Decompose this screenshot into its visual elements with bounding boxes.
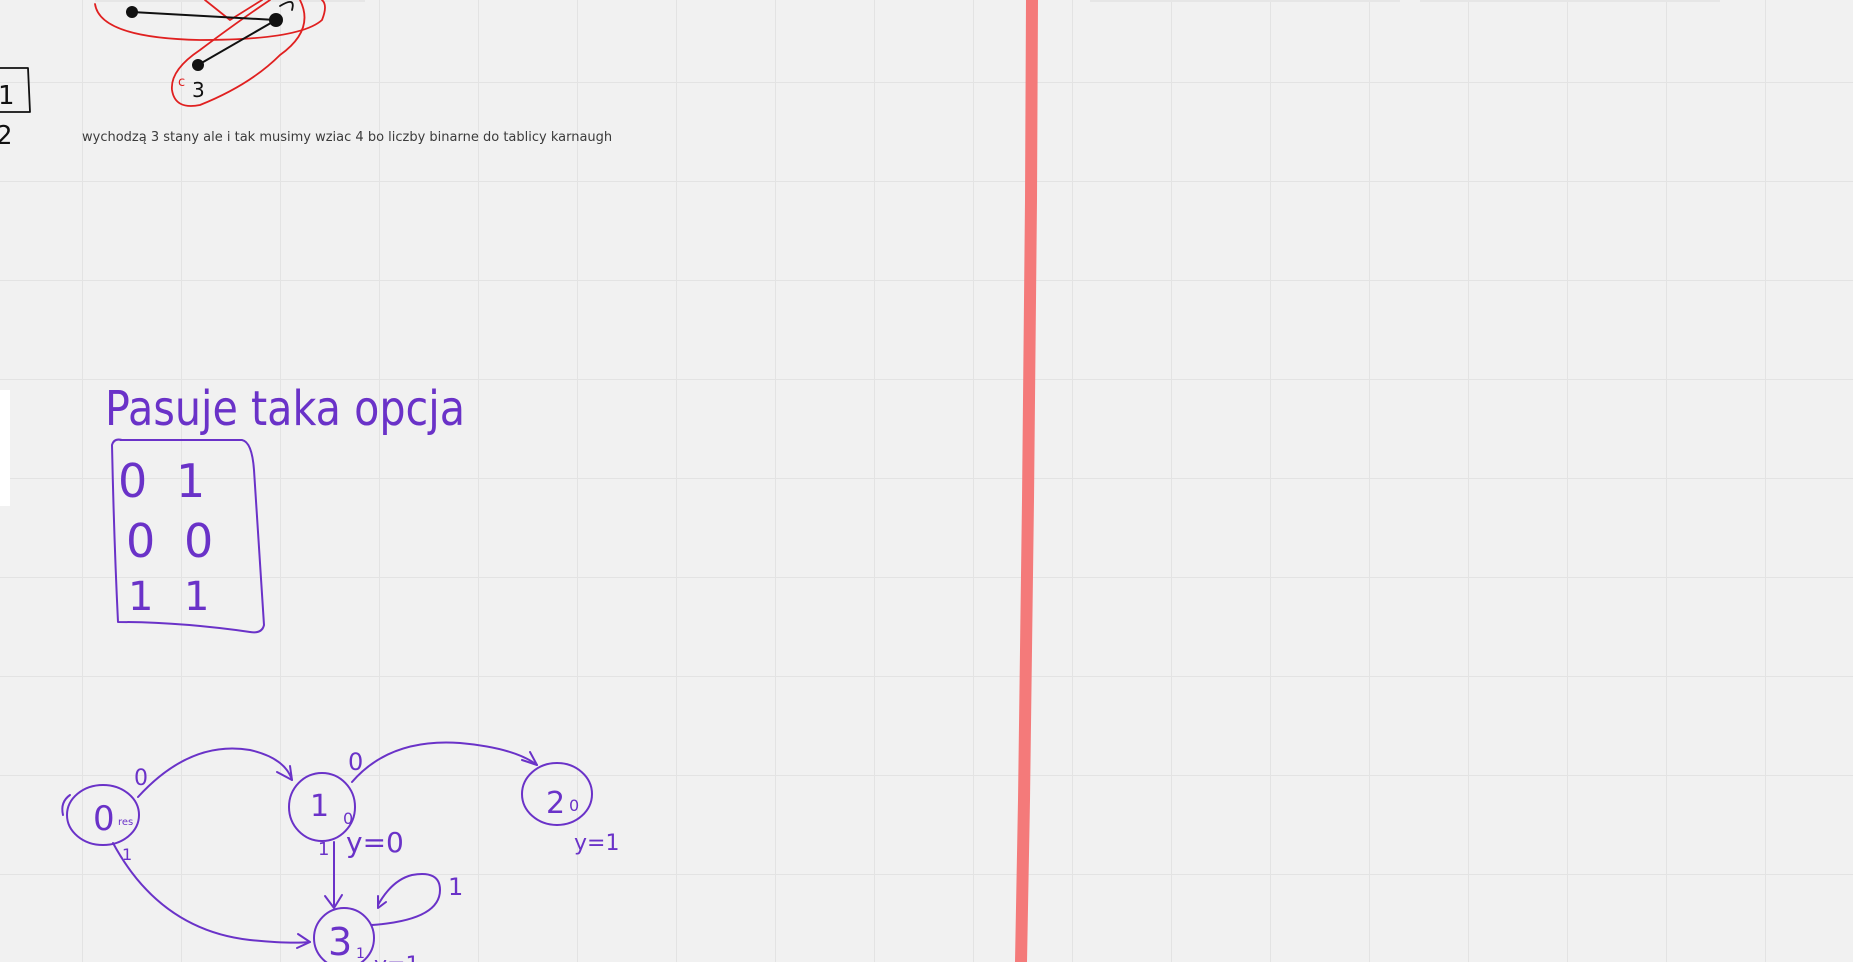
transition-label: 0	[348, 748, 363, 776]
table-cell: 1	[176, 454, 205, 508]
handwritten-heading[interactable]: Pasuje taka opcja	[105, 381, 465, 437]
divider-stroke[interactable]	[1015, 0, 1038, 962]
table-cell: 1	[128, 574, 153, 620]
top-graph-sketch[interactable]: c 3	[94, 0, 326, 107]
state-label: 3	[328, 920, 352, 962]
transition-label: 1	[122, 845, 132, 864]
state-label: 2	[546, 786, 565, 821]
top-toolbar-shadow-right2	[1420, 0, 1720, 2]
state-diagram[interactable]: 0 res 1 0 2 0 3 1 0 0 1 1 1 y=0 y=1 y=1	[61, 741, 619, 962]
box-value-2: 2	[0, 121, 13, 151]
output-label: y=0	[346, 826, 404, 859]
top-toolbar-shadow-right	[1090, 0, 1400, 2]
output-label: y=1	[574, 831, 619, 856]
left-clipped-box[interactable]: 1 2	[0, 67, 31, 151]
graph-node	[269, 13, 283, 27]
transition-label: 0	[134, 766, 148, 791]
state-label: 1	[310, 789, 329, 824]
graph-node-tag: c	[178, 75, 185, 90]
option-table[interactable]: 0 1 0 0 1 1	[111, 438, 265, 634]
transition-label: 1	[448, 873, 463, 901]
graph-node	[126, 6, 138, 18]
table-cell: 0	[126, 514, 155, 568]
table-cell: 1	[184, 574, 209, 620]
graph-node-label: 3	[192, 78, 205, 102]
state-sub-label: 0	[569, 796, 579, 815]
table-cell: 0	[184, 514, 213, 568]
box-value-1: 1	[0, 81, 15, 111]
table-cell: 0	[118, 454, 147, 508]
state-sub-label: res	[118, 817, 133, 828]
output-label: y=1	[374, 953, 419, 962]
graph-node	[192, 59, 204, 71]
transition-label: 1	[318, 839, 329, 860]
text-note[interactable]: wychodzą 3 stany ale i tak musimy wziac …	[82, 130, 612, 145]
state-sub-label: 1	[356, 946, 365, 962]
state-label: 0	[93, 799, 115, 839]
